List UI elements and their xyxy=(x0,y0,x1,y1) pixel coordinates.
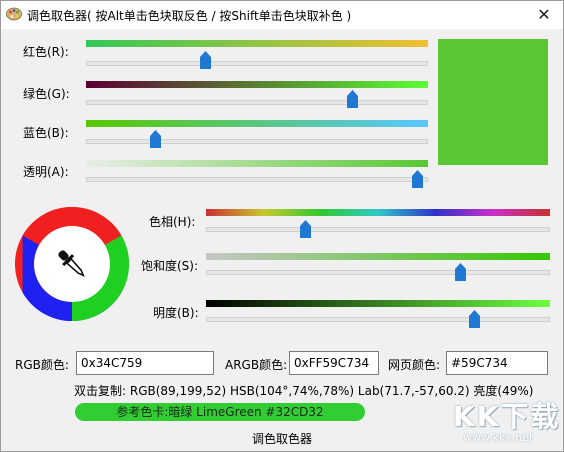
green-slider-thumb[interactable] xyxy=(347,90,359,108)
blue-gradient-bar xyxy=(86,120,428,127)
saturation-gradient-bar xyxy=(206,253,550,260)
blue-label: 蓝色(B): xyxy=(23,126,69,140)
red-gradient-bar xyxy=(86,40,428,47)
color-preview-swatch[interactable] xyxy=(438,39,548,165)
alpha-gradient-bar xyxy=(86,160,428,167)
app-window: 调色取色器( 按Alt单击色块取反色 / 按Shift单击色块取补色 ) ✕ 红… xyxy=(0,0,564,452)
rgb-field-label: RGB颜色: xyxy=(15,358,69,372)
saturation-slider-thumb[interactable] xyxy=(455,263,467,281)
hue-slider-thumb[interactable] xyxy=(299,220,311,238)
eyedropper-icon[interactable] xyxy=(53,245,91,283)
hue-label: 色相(H): xyxy=(149,215,196,229)
brightness-gradient-bar xyxy=(206,300,550,307)
watermark-url: www.kkx.net xyxy=(463,431,534,444)
title-bar: 调色取色器( 按Alt单击色块取反色 / 按Shift单击色块取补色 ) ✕ xyxy=(1,1,563,29)
watermark: KK下载 www.kkx.net xyxy=(453,395,563,447)
red-slider-track[interactable] xyxy=(86,61,428,66)
green-label: 绿色(G): xyxy=(23,87,70,101)
hue-gradient-bar xyxy=(206,209,550,216)
brightness-slider-thumb[interactable] xyxy=(468,310,480,328)
alpha-slider-track[interactable] xyxy=(86,177,428,182)
close-icon[interactable]: ✕ xyxy=(529,3,559,27)
red-slider-thumb[interactable] xyxy=(199,51,211,69)
brightness-slider-track[interactable] xyxy=(206,317,550,322)
palette-icon xyxy=(6,7,22,21)
argb-field-label: ARGB颜色: xyxy=(225,358,288,372)
web-field-label: 网页颜色: xyxy=(388,358,441,372)
green-slider-track[interactable] xyxy=(86,100,428,105)
hue-slider-track[interactable] xyxy=(206,227,550,232)
reference-color-chip[interactable]: 参考色卡:暗绿 LimeGreen #32CD32 xyxy=(75,403,365,421)
blue-slider-thumb[interactable] xyxy=(150,130,162,148)
watermark-logo: KK下载 xyxy=(453,400,561,433)
web-color-input[interactable]: #59C734 xyxy=(446,351,548,375)
alpha-slider-thumb[interactable] xyxy=(411,170,423,188)
alpha-label: 透明(A): xyxy=(23,165,69,179)
argb-input[interactable]: 0xFF59C734 xyxy=(289,351,379,375)
red-label: 红色(R): xyxy=(23,45,69,59)
blue-slider-track[interactable] xyxy=(86,139,428,144)
green-gradient-bar xyxy=(86,81,428,88)
brightness-label: 明度(B): xyxy=(153,306,199,320)
window-title: 调色取色器( 按Alt单击色块取反色 / 按Shift单击色块取补色 ) xyxy=(27,9,352,23)
saturation-slider-track[interactable] xyxy=(206,270,550,275)
rgb-input[interactable]: 0x34C759 xyxy=(76,351,214,375)
saturation-label: 饱和度(S): xyxy=(141,259,199,273)
